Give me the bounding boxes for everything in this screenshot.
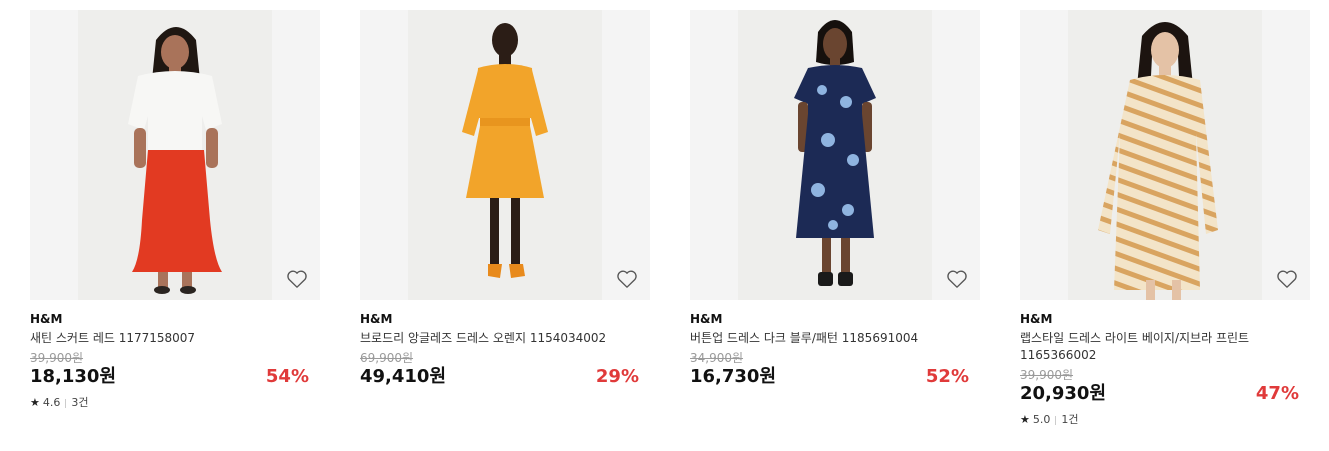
product-brand: H&M	[30, 312, 63, 326]
product-card[interactable]: H&M 버튼업 드레스 다크 블루/패턴 1185691004 34,900원 …	[690, 10, 980, 388]
product-card[interactable]: H&M 브로드리 앙글레즈 드레스 오렌지 1154034002 69,900원…	[360, 10, 650, 388]
wishlist-heart-icon[interactable]	[1276, 269, 1298, 289]
product-name[interactable]: 새틴 스커트 레드 1177158007	[30, 330, 300, 347]
wishlist-heart-icon[interactable]	[616, 269, 638, 289]
model-photo	[1068, 10, 1262, 300]
rating-value: 5.0	[1032, 413, 1051, 426]
sale-price: 20,930원	[1020, 383, 1107, 404]
wishlist-heart-icon[interactable]	[286, 269, 308, 289]
product-card[interactable]: H&M 새틴 스커트 레드 1177158007 39,900원 18,130원…	[30, 10, 320, 410]
product-brand: H&M	[1020, 312, 1053, 326]
product-name[interactable]: 버튼업 드레스 다크 블루/패턴 1185691004	[690, 330, 960, 347]
divider	[1055, 415, 1057, 425]
product-image[interactable]	[30, 10, 320, 300]
discount-rate: 29%	[595, 366, 639, 387]
discount-rate: 52%	[925, 366, 969, 387]
original-price: 34,900원	[690, 351, 744, 365]
product-brand: H&M	[690, 312, 723, 326]
rating-value: 4.6	[42, 396, 61, 409]
original-price: 39,900원	[1020, 368, 1074, 382]
product-name[interactable]: 랩스타일 드레스 라이트 베이지/지브라 프린트 1165366002	[1020, 330, 1290, 364]
discount-rate: 54%	[265, 366, 309, 387]
rating-summary: ★ 5.0 1건	[1020, 413, 1310, 427]
wishlist-heart-icon[interactable]	[946, 269, 968, 289]
original-price: 39,900원	[30, 351, 84, 365]
sale-price: 49,410원	[360, 366, 447, 387]
star-icon: ★	[1020, 413, 1030, 426]
product-card[interactable]: H&M 랩스타일 드레스 라이트 베이지/지브라 프린트 1165366002 …	[1020, 10, 1310, 427]
model-photo	[738, 10, 932, 300]
review-count: 1건	[1061, 413, 1079, 426]
discount-rate: 47%	[1255, 383, 1299, 404]
product-name[interactable]: 브로드리 앙글레즈 드레스 오렌지 1154034002	[360, 330, 630, 347]
rating-summary: ★ 4.6 3건	[30, 396, 320, 410]
star-icon: ★	[30, 396, 40, 409]
model-photo	[78, 10, 272, 300]
product-image[interactable]	[360, 10, 650, 300]
product-image[interactable]	[690, 10, 980, 300]
review-count: 3건	[71, 396, 89, 409]
sale-price: 18,130원	[30, 366, 117, 387]
product-brand: H&M	[360, 312, 393, 326]
model-photo	[408, 10, 602, 300]
original-price: 69,900원	[360, 351, 414, 365]
product-image[interactable]	[1020, 10, 1310, 300]
divider	[65, 398, 67, 408]
sale-price: 16,730원	[690, 366, 777, 387]
